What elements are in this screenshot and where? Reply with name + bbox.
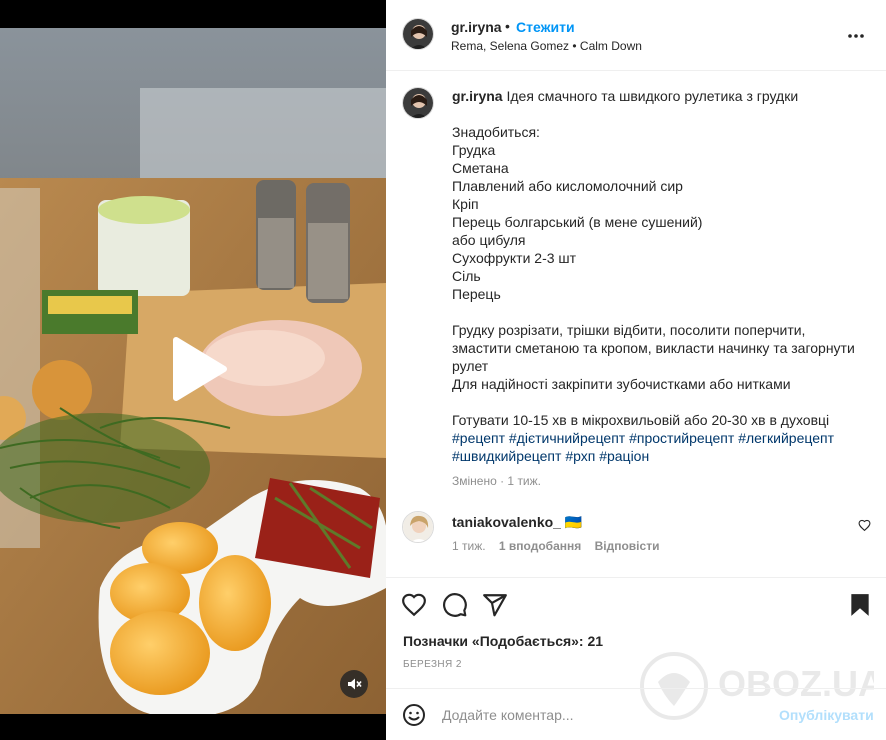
smiley-icon <box>403 704 425 726</box>
post-date[interactable]: БЕРЕЗНЯ 2 <box>403 659 462 670</box>
commenter-avatar[interactable] <box>402 511 434 543</box>
caption-line: Сметана <box>452 160 509 176</box>
author-username[interactable]: gr.iryna <box>451 19 502 35</box>
comment-bubble-icon <box>443 593 467 617</box>
follow-button[interactable]: Стежити <box>516 19 575 35</box>
separator-dot: • <box>505 18 510 34</box>
caption-line <box>452 105 872 123</box>
caption-avatar-image <box>403 88 433 118</box>
play-icon <box>173 337 227 401</box>
header-divider <box>386 70 886 71</box>
post-media[interactable] <box>0 0 386 740</box>
share-button[interactable] <box>482 592 508 618</box>
caption-line <box>452 303 872 321</box>
caption-edited-timestamp: Змінено · 1 тиж. <box>452 474 541 488</box>
post-caption: gr.iryna Ідея смачного та швидкого рулет… <box>452 87 872 465</box>
emoji-button[interactable] <box>402 703 426 727</box>
caption-line: Готувати 10-15 хв в мікрохвильовій або 2… <box>452 412 830 428</box>
commenter-username[interactable]: taniakovalenko_ 🇺🇦 <box>452 514 582 531</box>
caption-line: Плавлений або кисломолочний сир <box>452 178 683 194</box>
commenter-avatar-image <box>403 512 433 542</box>
save-button[interactable] <box>847 592 873 618</box>
caption-line: Грудку розрізати, трішки відбити, посоли… <box>452 322 806 338</box>
caption-line: Перець <box>452 286 501 302</box>
comment-time: 1 тиж. <box>452 539 486 553</box>
caption-hashtags[interactable]: #рецепт #дієтичнийрецепт #простийрецепт … <box>452 429 872 447</box>
heart-icon <box>858 519 871 532</box>
caption-line: змастити сметаною та кропом, викласти на… <box>452 340 855 356</box>
audio-track-link[interactable]: Rema, Selena Gomez • Calm Down <box>451 39 642 53</box>
comment-meta: 1 тиж. 1 вподобання Відповісти <box>452 539 659 553</box>
author-avatar-image <box>403 19 433 49</box>
caption-line: Кріп <box>452 196 479 212</box>
caption-line <box>452 393 872 411</box>
caption-username[interactable]: gr.iryna <box>452 88 503 104</box>
publish-comment-button[interactable]: Опублікувати <box>779 707 874 723</box>
caption-line: Для надійності закріпити зубочистками аб… <box>452 376 791 392</box>
comment-button[interactable] <box>442 592 468 618</box>
caption-line: Грудка <box>452 142 496 158</box>
caption-line: рулет <box>452 358 489 374</box>
caption-text: Ідея смачного та швидкого рулетика з гру… <box>506 88 799 104</box>
more-options-button[interactable] <box>846 26 866 46</box>
heart-icon <box>402 593 426 617</box>
comment-like-button[interactable] <box>858 519 871 532</box>
likes-count[interactable]: Позначки «Подобається»: 21 <box>403 633 603 649</box>
muted-speaker-icon <box>348 678 362 690</box>
watermark-text: OBOZ.UA <box>718 663 874 704</box>
comment-likes-count[interactable]: 1 вподобання <box>499 539 581 553</box>
caption-author-avatar[interactable] <box>402 87 434 119</box>
caption-hashtags[interactable]: #швидкийрецепт #рхп #раціон <box>452 447 872 465</box>
input-divider <box>386 688 886 689</box>
mute-toggle-button[interactable] <box>340 670 368 698</box>
caption-line: Сухофрукти 2-3 шт <box>452 250 577 266</box>
caption-line: gr.iryna Ідея смачного та швидкого рулет… <box>452 87 872 105</box>
post-details-panel: gr.iryna • Стежити Rema, Selena Gomez • … <box>386 0 886 740</box>
caption-line: Перець болгарський (в мене сушений) <box>452 214 703 230</box>
actions-divider <box>386 577 886 578</box>
caption-line: Знадобиться: <box>452 124 540 140</box>
paper-plane-icon <box>483 594 507 617</box>
caption-line: Сіль <box>452 268 481 284</box>
more-horizontal-icon <box>848 34 864 38</box>
author-avatar[interactable] <box>402 18 434 50</box>
comment-input[interactable] <box>442 704 772 726</box>
caption-line: або цибуля <box>452 232 526 248</box>
like-button[interactable] <box>401 592 427 618</box>
play-button[interactable] <box>168 336 228 402</box>
bookmark-icon <box>851 594 869 616</box>
comment-reply-button[interactable]: Відповісти <box>595 539 660 553</box>
